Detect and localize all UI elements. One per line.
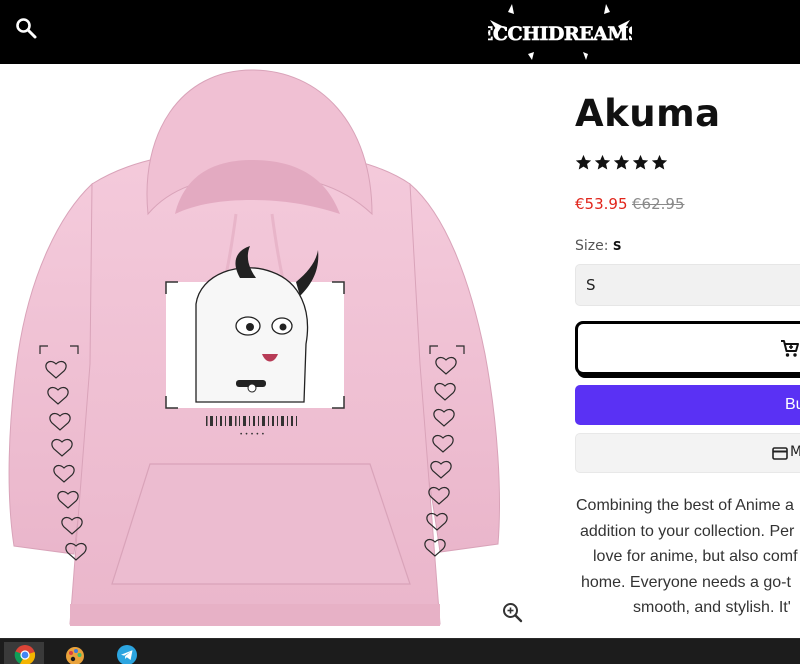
description-line: home. Everyone needs a go-t <box>581 573 791 591</box>
paint-icon[interactable] <box>54 642 94 664</box>
logo-text: ECCHIDREAMS <box>488 23 632 45</box>
product-image[interactable]: • • • • • <box>0 64 560 638</box>
description-line: smooth, and stylish. It' <box>633 599 791 616</box>
description-line: Combining the best of Anime a <box>576 497 794 514</box>
star-icon <box>594 154 611 170</box>
sale-price: €53.95 <box>575 195 628 213</box>
credit-card-icon <box>772 447 788 460</box>
star-icon <box>575 154 592 170</box>
description-line: addition to your collection. Per <box>580 522 795 540</box>
chrome-icon[interactable] <box>4 642 44 664</box>
site-logo[interactable]: ECCHIDREAMS <box>479 2 642 60</box>
print-caption: • • • • • <box>239 431 264 438</box>
compare-at-price: €62.95 <box>632 195 685 213</box>
cart-icon <box>781 340 799 357</box>
star-icon <box>632 154 649 170</box>
description-line: love for anime, but also comf <box>593 548 798 565</box>
size-label-text: Size: <box>575 238 609 254</box>
add-to-cart-button[interactable] <box>575 321 800 375</box>
buy-now-label: Buy <box>785 396 800 413</box>
rating-stars[interactable] <box>575 154 668 171</box>
buy-now-button[interactable]: Buy <box>575 385 800 425</box>
size-label: Size: S <box>575 238 622 254</box>
zoom-in-icon[interactable] <box>500 600 526 626</box>
product-description: Combining the best of Anime a addition t… <box>576 493 800 621</box>
telegram-icon[interactable] <box>106 642 146 664</box>
os-taskbar <box>0 638 800 664</box>
star-icon <box>651 154 668 170</box>
more-payment-options-button[interactable]: M <box>575 433 800 473</box>
more-payment-label: M <box>790 444 800 460</box>
size-label-value: S <box>612 239 622 253</box>
search-icon[interactable] <box>14 16 38 40</box>
product-title: Akuma <box>575 92 721 135</box>
star-icon <box>613 154 630 170</box>
site-header: ECCHIDREAMS <box>0 0 800 64</box>
hoodie-image: • • • • • <box>8 69 500 626</box>
size-select[interactable]: S <box>575 264 800 306</box>
